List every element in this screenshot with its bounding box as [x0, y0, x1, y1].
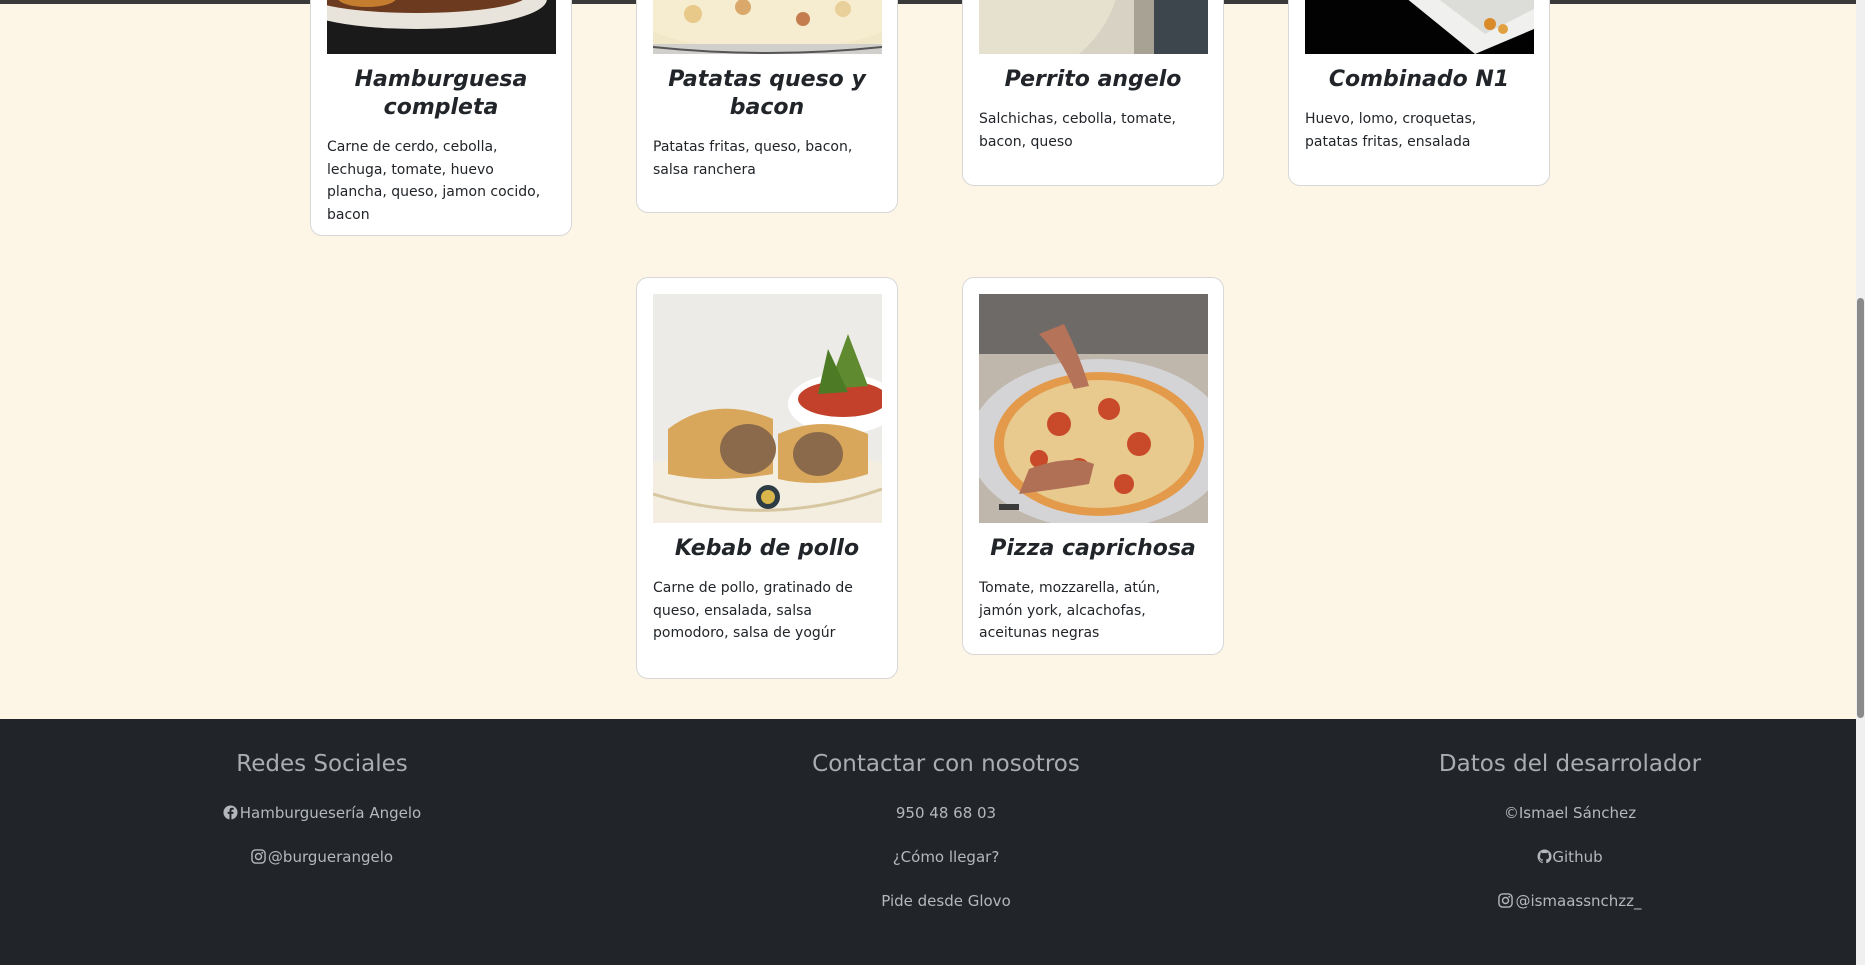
- food-image-perrito: [979, 0, 1208, 54]
- page-scrollbar[interactable]: [1856, 0, 1865, 965]
- facebook-label: Hamburguesería Angelo: [239, 804, 422, 822]
- footer-heading-contact: Contactar con nosotros: [812, 751, 1080, 777]
- github-link[interactable]: Github: [1370, 847, 1770, 867]
- footer-social: Redes Sociales Hamburguesería Angelo @bu…: [122, 749, 522, 867]
- food-image-kebab: [653, 294, 882, 523]
- phone-link[interactable]: 950 48 68 03: [746, 803, 1146, 823]
- card-title: Combinado N1: [1328, 67, 1510, 92]
- menu-card-pizza[interactable]: Pizza caprichosa Tomate, mozzarella, atú…: [962, 277, 1224, 655]
- menu-card-patatas[interactable]: Patatas queso y bacon Patatas fritas, qu…: [636, 0, 898, 213]
- facebook-icon: [223, 805, 238, 820]
- card-title: Pizza caprichosa: [990, 536, 1196, 561]
- window-top-border: [0, 0, 1865, 4]
- card-title: Kebab de pollo: [674, 536, 860, 561]
- site-footer: Redes Sociales Hamburguesería Angelo @bu…: [0, 719, 1856, 965]
- footer-contact: Contactar con nosotros 950 48 68 03 ¿Cóm…: [746, 749, 1146, 911]
- github-label: Github: [1552, 848, 1603, 866]
- instagram-label: @burguerangelo: [267, 848, 394, 866]
- card-description: Huevo, lomo, croquetas, patatas fritas, …: [1305, 111, 1477, 150]
- copyright-text: ©Ismael Sánchez: [1503, 804, 1637, 822]
- developer-instagram-link[interactable]: @ismaassnchzz_: [1370, 891, 1770, 911]
- food-image-patatas: [653, 0, 882, 54]
- food-image-combinado: [1305, 0, 1534, 54]
- footer-heading-social: Redes Sociales: [236, 751, 408, 777]
- instagram-icon: [251, 849, 266, 864]
- card-title: Hamburguesa completa: [354, 67, 528, 120]
- footer-heading-developer: Datos del desarrolador: [1438, 751, 1702, 777]
- scrollbar-thumb[interactable]: [1857, 298, 1864, 718]
- instagram-link[interactable]: @burguerangelo: [122, 847, 522, 867]
- glovo-link[interactable]: Pide desde Glovo: [746, 891, 1146, 911]
- developer-instagram-label: @ismaassnchzz_: [1515, 892, 1642, 910]
- card-description: Salchichas, cebolla, tomate, bacon, ques…: [979, 111, 1177, 150]
- card-description: Carne de cerdo, cebolla, lechuga, tomate…: [327, 139, 541, 223]
- menu-card-combinado[interactable]: Combinado N1 Huevo, lomo, croquetas, pat…: [1288, 0, 1550, 186]
- menu-card-hamburguesa[interactable]: Hamburguesa completa Carne de cerdo, ceb…: [310, 0, 572, 236]
- card-description: Patatas fritas, queso, bacon, salsa ranc…: [653, 139, 853, 178]
- card-title: Perrito angelo: [1004, 67, 1182, 92]
- instagram-icon: [1498, 893, 1514, 908]
- food-image-hamburguesa: [327, 0, 556, 54]
- card-description: Tomate, mozzarella, atún, jamón york, al…: [979, 580, 1161, 641]
- footer-developer: Datos del desarrolador ©Ismael Sánchez G…: [1370, 749, 1770, 911]
- github-icon: [1537, 849, 1552, 864]
- card-description: Carne de pollo, gratinado de queso, ensa…: [653, 580, 853, 641]
- menu-card-perrito[interactable]: Perrito angelo Salchichas, cebolla, toma…: [962, 0, 1224, 186]
- card-title: Patatas queso y bacon: [668, 67, 866, 120]
- food-image-pizza: [979, 294, 1208, 523]
- directions-link[interactable]: ¿Cómo llegar?: [746, 847, 1146, 867]
- menu-card-kebab[interactable]: Kebab de pollo Carne de pollo, gratinado…: [636, 277, 898, 679]
- facebook-link[interactable]: Hamburguesería Angelo: [122, 803, 522, 823]
